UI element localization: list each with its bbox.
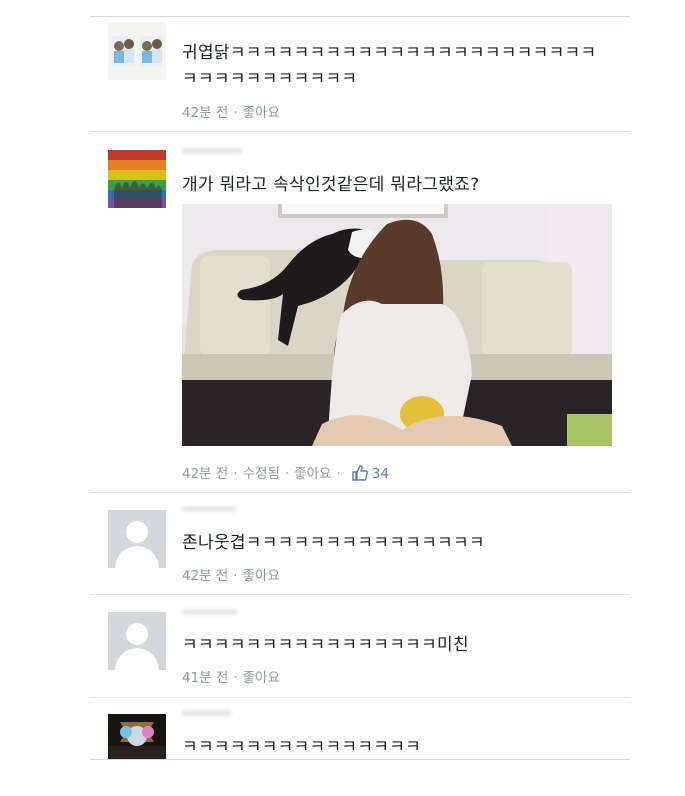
thumbs-up-icon[interactable] [352, 465, 368, 485]
comment-text: 개가 뭐라고 속삭인것같은데 뭐라그랬죠? [182, 175, 480, 195]
author-name-redacted [182, 148, 242, 154]
meta-dot: · [233, 466, 238, 482]
top-divider [90, 16, 630, 17]
comment-divider [90, 492, 630, 493]
bottom-edge [90, 759, 630, 760]
edited-label[interactable]: 수정됨 [243, 466, 280, 482]
meta-dot: · [284, 466, 290, 482]
comment-text: 존나웃겹ㅋㅋㅋㅋㅋㅋㅋㅋㅋㅋㅋㅋㅋㅋㅋ [182, 533, 485, 553]
comment-meta: 42분 전 · 좋아요 [182, 101, 280, 121]
default-profile-icon[interactable] [108, 510, 166, 568]
timestamp[interactable]: 41분 전 [182, 670, 228, 686]
like-link[interactable]: 좋아요 [243, 670, 280, 686]
comment-text: 귀엽닭ㅋㅋㅋㅋㅋㅋㅋㅋㅋㅋㅋㅋㅋㅋㅋㅋㅋㅋㅋㅋㅋㅋㅋㅋㅋㅋㅋㅋㅋㅋㅋㅋㅋㅋ [182, 43, 597, 89]
like-link[interactable]: 좋아요 [294, 466, 331, 482]
comment-meta: 42분 전 · 수정됨 · 좋아요 · 34 [182, 462, 389, 485]
comment-text: ㅋㅋㅋㅋㅋㅋㅋㅋㅋㅋㅋㅋㅋㅋㅋㅋ미친 [182, 635, 469, 655]
comment-meta: 41분 전 · 좋아요 [182, 666, 280, 686]
comment-divider [90, 594, 630, 595]
comment-divider [90, 131, 630, 132]
avatar[interactable] [108, 150, 166, 208]
meta-dot: · [233, 670, 238, 686]
like-count: 34 [371, 466, 389, 482]
like-link[interactable]: 좋아요 [243, 105, 280, 121]
meta-dot: · [336, 466, 341, 482]
author-name-redacted [182, 506, 237, 512]
author-name-redacted [182, 609, 237, 615]
meta-dot: · [233, 568, 238, 584]
timestamp[interactable]: 42분 전 [182, 105, 228, 121]
comment-meta: 42분 전 · 좋아요 [182, 564, 280, 584]
avatar[interactable] [108, 22, 166, 80]
default-profile-icon[interactable] [108, 612, 166, 670]
meta-dot: · [233, 105, 238, 121]
comment-divider [90, 697, 630, 698]
timestamp[interactable]: 42분 전 [182, 568, 228, 584]
avatar[interactable] [108, 714, 166, 759]
timestamp[interactable]: 42분 전 [182, 466, 228, 482]
author-name-redacted [182, 710, 232, 716]
comment-photo[interactable] [182, 204, 612, 446]
comment-text: ㅋㅋㅋㅋㅋㅋㅋㅋㅋㅋㅋㅋㅋㅋㅋ [182, 737, 422, 757]
like-link[interactable]: 좋아요 [243, 568, 280, 584]
